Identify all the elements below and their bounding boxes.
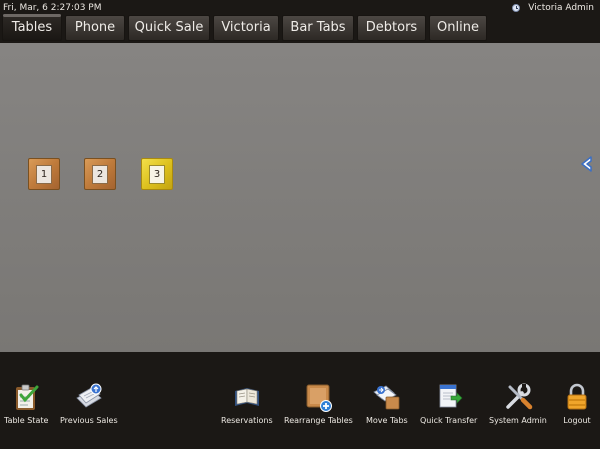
padlock-icon <box>567 383 587 410</box>
tab-tables-label: Tables <box>11 20 53 35</box>
clipboard-check-icon <box>16 384 39 410</box>
tab-debtors-label: Debtors <box>365 20 418 35</box>
tab-victoria-label: Victoria <box>221 20 271 35</box>
reservations-button[interactable]: Reservations <box>221 382 273 430</box>
previous-sales-label: Previous Sales <box>60 416 118 425</box>
receipts-icon <box>76 383 102 408</box>
table-floor-plan: 1 2 3 <box>0 43 600 352</box>
table-number: 3 <box>149 164 165 184</box>
tab-online-label: Online <box>437 20 479 35</box>
tab-tables[interactable]: Tables <box>2 15 62 41</box>
table-2[interactable]: 2 <box>84 158 116 190</box>
rearrange-tables-button[interactable]: Rearrange Tables <box>284 382 353 430</box>
tab-online[interactable]: Online <box>429 15 487 41</box>
tab-quick-sale[interactable]: Quick Sale <box>128 15 210 41</box>
bottom-toolbar: Table State Previous Sales Reservations <box>0 352 600 449</box>
tab-phone-label: Phone <box>74 20 116 35</box>
table-state-label: Table State <box>4 416 49 425</box>
system-admin-button[interactable]: System Admin <box>489 382 547 430</box>
logout-label: Logout <box>563 416 591 425</box>
user-indicator: Victoria Admin <box>512 2 594 14</box>
transfer-icon <box>439 384 463 408</box>
datetime-display: Fri, Mar, 6 2:27:03 PM <box>3 3 102 13</box>
move-tabs-icon <box>373 385 400 410</box>
chevron-left-icon[interactable] <box>578 155 596 173</box>
previous-sales-button[interactable]: Previous Sales <box>60 382 118 430</box>
move-tabs-button[interactable]: Move Tabs <box>366 382 408 430</box>
logout-button[interactable]: Logout <box>562 382 592 430</box>
table-add-icon <box>306 384 333 412</box>
clock-icon <box>512 4 521 12</box>
rearrange-tables-label: Rearrange Tables <box>284 416 353 425</box>
tab-bar-tabs-label: Bar Tabs <box>290 20 346 35</box>
reservations-label: Reservations <box>221 416 273 425</box>
system-admin-label: System Admin <box>489 416 547 425</box>
quick-transfer-button[interactable]: Quick Transfer <box>420 382 477 430</box>
table-1[interactable]: 1 <box>28 158 60 190</box>
main-tabs: Tables Phone Quick Sale Victoria Bar Tab… <box>2 15 490 41</box>
table-state-button[interactable]: Table State <box>4 382 48 430</box>
move-tabs-label: Move Tabs <box>366 416 408 425</box>
table-number: 1 <box>36 164 52 184</box>
tab-bar-tabs[interactable]: Bar Tabs <box>282 15 354 41</box>
quick-transfer-label: Quick Transfer <box>420 416 478 425</box>
tab-phone[interactable]: Phone <box>65 15 125 41</box>
book-icon <box>234 388 259 406</box>
tools-icon <box>506 383 533 410</box>
table-3[interactable]: 3 <box>141 158 173 190</box>
table-number: 2 <box>92 164 108 184</box>
tab-victoria[interactable]: Victoria <box>213 15 279 41</box>
tab-quick-sale-label: Quick Sale <box>134 20 204 35</box>
tab-debtors[interactable]: Debtors <box>357 15 426 41</box>
top-bar: Fri, Mar, 6 2:27:03 PM Victoria Admin Ta… <box>0 0 600 43</box>
user-name: Victoria Admin <box>528 3 594 13</box>
